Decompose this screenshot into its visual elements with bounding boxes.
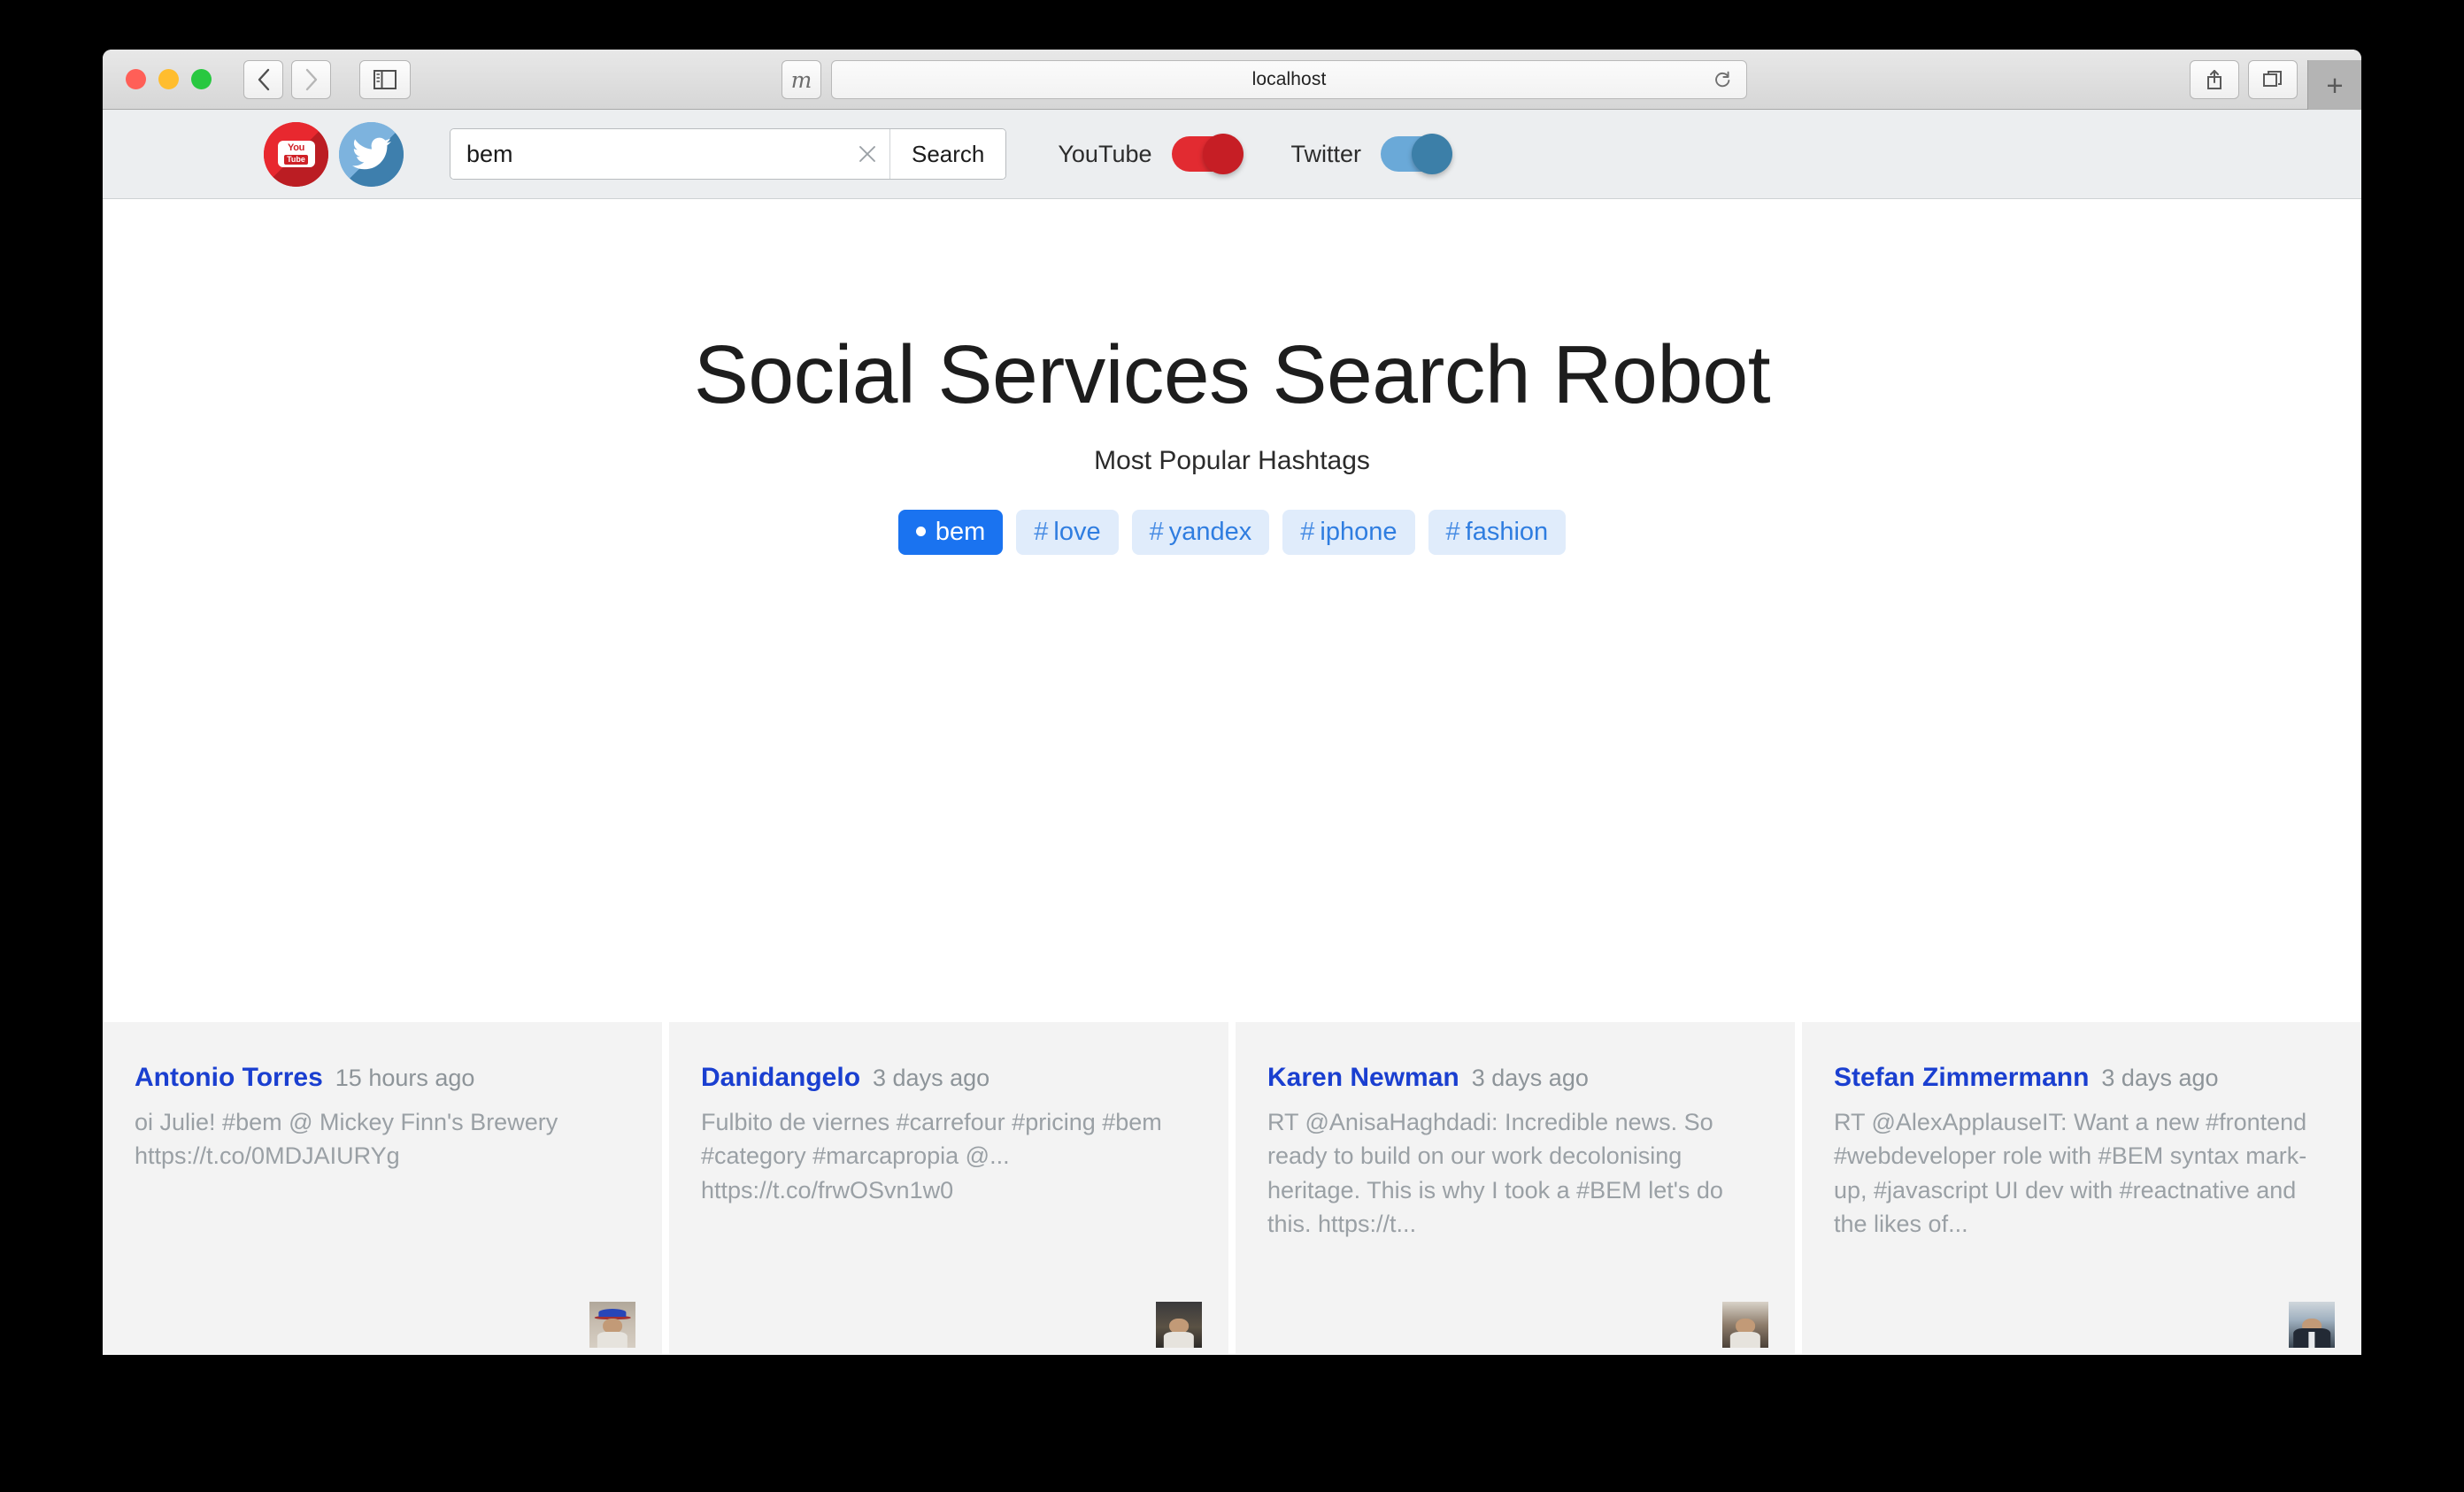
result-card[interactable]: Karen Newman 3 days ago RT @AnisaHaghdadi:… [1236, 1022, 1795, 1354]
card-timestamp: 3 days ago [873, 1065, 990, 1091]
card-timestamp: 3 days ago [1471, 1065, 1589, 1091]
active-dot-icon [915, 526, 926, 536]
twitter-icon[interactable] [339, 121, 404, 187]
youtube-icon[interactable]: You Tube [264, 121, 328, 187]
address-bar-group: m localhost [782, 60, 1747, 99]
app-toolbar: You Tube Search YouTube [103, 110, 2361, 199]
hashtag-list: bem # love # yandex # iphone # fashion [103, 510, 2361, 555]
result-card[interactable]: Antonio Torres 15 hours ago oi Julie! #bem… [103, 1022, 662, 1354]
reload-button[interactable] [1711, 68, 1734, 91]
hash-icon: # [1445, 518, 1460, 546]
avatar [2289, 1302, 2335, 1348]
search-button[interactable]: Search [890, 129, 1006, 179]
card-header: Karen Newman 3 days ago [1267, 1063, 1763, 1093]
maximize-window-button[interactable] [191, 69, 212, 89]
card-timestamp: 15 hours ago [335, 1065, 475, 1091]
hashtag-pill-fashion[interactable]: # fashion [1428, 510, 1567, 555]
url-text: localhost [1251, 69, 1327, 89]
card-text: RT @AnisaHaghdadi: Incredible news. So r… [1267, 1109, 1723, 1237]
browser-right-tools [2190, 60, 2298, 99]
search-button-label: Search [912, 140, 985, 167]
reader-glyph: m [790, 66, 812, 93]
hashtag-label: iphone [1320, 518, 1398, 546]
hashtag-label: yandex [1168, 518, 1252, 546]
hash-icon: # [1300, 518, 1315, 546]
hashtag-label: fashion [1465, 518, 1549, 546]
show-tabs-icon [2263, 71, 2282, 87]
forward-button[interactable] [291, 59, 331, 99]
avatar [1156, 1302, 1202, 1348]
search-input[interactable] [450, 129, 845, 179]
youtube-toggle-knob [1202, 134, 1244, 174]
search-group: Search [450, 128, 1007, 180]
results-grid: Antonio Torres 15 hours ago oi Julie! #bem… [103, 1022, 2361, 1354]
card-header: Antonio Torres 15 hours ago [135, 1063, 630, 1093]
forward-arrow-icon [305, 68, 317, 90]
reader-view-button[interactable]: m [782, 60, 821, 99]
card-header: Danidangelo 3 days ago [701, 1063, 1197, 1093]
result-card[interactable]: Danidangelo 3 days ago Fulbito de viernes … [669, 1022, 1228, 1354]
twitter-toggle-group: Twitter [1290, 134, 1453, 174]
result-card[interactable]: Stefan Zimmermann 3 days ago RT @AlexAppla… [1802, 1022, 2361, 1354]
share-icon [2207, 70, 2221, 89]
hashtag-label: love [1053, 518, 1101, 546]
address-bar[interactable]: localhost [831, 60, 1747, 99]
twitter-toggle[interactable] [1381, 134, 1453, 174]
sidebar-toggle-button[interactable] [359, 59, 411, 99]
hash-icon: # [1149, 518, 1164, 546]
card-timestamp: 3 days ago [2101, 1065, 2219, 1091]
hashtag-pill-bem[interactable]: bem [897, 510, 1004, 555]
share-button[interactable] [2190, 60, 2239, 99]
hashtag-pill-love[interactable]: # love [1016, 510, 1119, 555]
card-header: Stefan Zimmermann 3 days ago [1834, 1063, 2329, 1093]
twitter-toggle-label: Twitter [1290, 140, 1362, 167]
card-author-link[interactable]: Antonio Torres [135, 1063, 323, 1093]
avatar [589, 1302, 635, 1348]
clear-search-button[interactable] [845, 129, 890, 179]
youtube-toggle-label: YouTube [1058, 140, 1152, 167]
close-window-button[interactable] [126, 69, 146, 89]
card-author-link[interactable]: Karen Newman [1267, 1063, 1459, 1093]
new-tab-label: + [2326, 68, 2344, 102]
navigation-buttons [243, 59, 331, 99]
avatar [1722, 1302, 1768, 1348]
new-tab-button[interactable]: + [2307, 60, 2361, 110]
sidebar-toggle-icon [373, 69, 397, 89]
card-author-link[interactable]: Stefan Zimmermann [1834, 1063, 2089, 1093]
hash-icon: # [1034, 518, 1049, 546]
twitter-toggle-knob [1412, 134, 1453, 174]
minimize-window-button[interactable] [158, 69, 179, 89]
card-text: RT @AlexApplauseIT: Want a new #frontend… [1834, 1109, 2307, 1237]
back-button[interactable] [243, 59, 283, 99]
browser-window: m localhost + You Tube bem Search YouTub… [103, 50, 2361, 1355]
page-subtitle: Most Popular Hashtags [1094, 446, 1370, 475]
reload-icon [1715, 71, 1730, 88]
browser-titlebar: m localhost + [103, 50, 2361, 110]
hashtag-label: bem [935, 518, 986, 546]
hero-section: Social Services Search Robot Most Popula… [103, 199, 2361, 555]
page-content: Social Services Search Robot Most Popula… [103, 199, 2361, 1354]
back-arrow-icon [258, 68, 269, 90]
window-controls [126, 69, 212, 89]
card-text: Fulbito de viernes #carrefour #pricing #… [701, 1109, 1162, 1204]
show-tabs-button[interactable] [2248, 60, 2298, 99]
youtube-toggle-group: YouTube [1058, 134, 1244, 174]
youtube-toggle[interactable] [1171, 134, 1244, 174]
hashtag-pill-yandex[interactable]: # yandex [1131, 510, 1270, 555]
close-icon [859, 146, 875, 162]
card-text: oi Julie! #bem @ Mickey Finn's Brewery h… [135, 1109, 558, 1170]
page-title: Social Services Search Robot [693, 328, 1771, 420]
hashtag-pill-iphone[interactable]: # iphone [1282, 510, 1415, 555]
card-author-link[interactable]: Danidangelo [701, 1063, 860, 1093]
